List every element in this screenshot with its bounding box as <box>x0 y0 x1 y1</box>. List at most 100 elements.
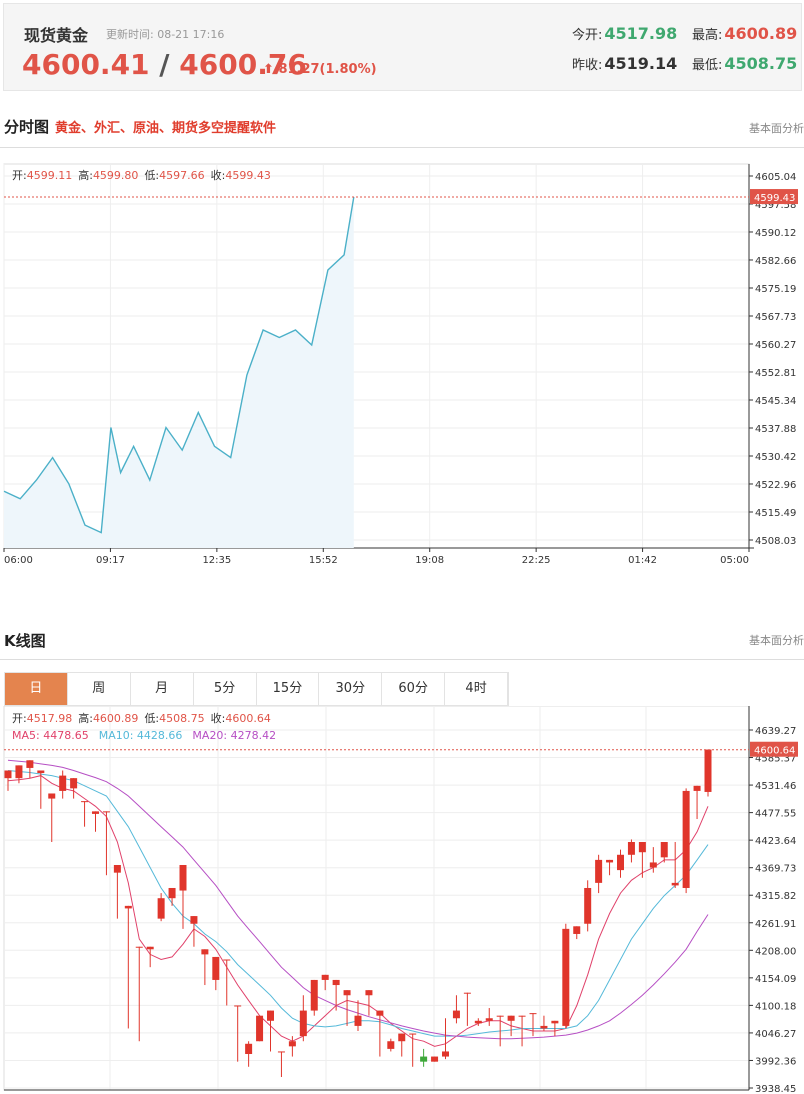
candle-body <box>573 926 581 934</box>
candle-body <box>256 1015 264 1042</box>
candle-body <box>584 887 592 924</box>
y-tick-label: 4590.12 <box>755 228 796 239</box>
y-tick-label: 4315.82 <box>755 891 796 902</box>
candle-body <box>92 811 99 814</box>
candle-body <box>179 864 187 891</box>
kline-title: K线图 <box>4 632 46 650</box>
intraday-title: 分时图 黄金、外汇、原油、期货多空提醒软件 <box>4 118 277 136</box>
ohlc-value: 4517.98 <box>27 712 73 725</box>
candle-body <box>343 990 351 996</box>
candle-body <box>496 1015 504 1017</box>
tab-3[interactable]: 5分 <box>194 673 257 705</box>
ohlc-label: 收: <box>211 711 226 725</box>
ma20-legend: MA20: 4278.42 <box>192 729 276 742</box>
x-tick-label: 22:25 <box>522 555 551 566</box>
y-tick-label: 3938.45 <box>755 1084 796 1094</box>
candle-body <box>277 1051 285 1053</box>
candle <box>682 788 690 894</box>
ma-legend: MA5: 4478.65 MA10: 4428.66 MA20: 4278.42 <box>12 729 276 742</box>
period-tabs: 日周月 5分 15分 30分 60分 4时 <box>4 672 509 706</box>
candle-body <box>310 979 318 1011</box>
open-price: 今开: 4517.98 <box>572 24 678 43</box>
candle <box>704 749 712 797</box>
candle-body <box>365 990 373 996</box>
intraday-chart[interactable]: 4605.044597.584590.124582.664575.194567.… <box>0 158 804 578</box>
candle-body <box>649 862 657 868</box>
candle-body <box>26 760 34 768</box>
candle <box>431 1056 439 1062</box>
candle <box>256 1015 264 1042</box>
ohlc-value: 4599.11 <box>27 169 73 182</box>
candle-body <box>168 887 176 899</box>
tab-4[interactable]: 15分 <box>257 673 320 705</box>
last-price-value: 4600.64 <box>754 746 795 757</box>
fundamental-analysis-link[interactable]: 基本面分析 <box>749 120 804 136</box>
alert-software-link[interactable]: 黄金、外汇、原油、期货多空提醒软件 <box>55 121 276 136</box>
candle-body <box>70 778 78 789</box>
ohlc-label: 低: <box>144 169 159 182</box>
candle-body <box>518 1015 526 1017</box>
candle-body <box>135 946 143 948</box>
candle-body <box>606 859 614 863</box>
y-tick-label: 3992.36 <box>755 1056 796 1067</box>
x-tick-label: 05:00 <box>720 555 749 566</box>
candle-body <box>704 749 712 792</box>
section-divider <box>0 659 804 660</box>
candle-body <box>223 959 231 961</box>
x-tick-label: 19:08 <box>415 555 444 566</box>
update-time: 更新时间: 08-21 17:16 <box>106 28 225 41</box>
candle-body <box>409 1033 417 1035</box>
y-tick-label: 4531.46 <box>755 781 796 792</box>
candle-body <box>37 770 45 774</box>
ohlc-label: 开: <box>12 169 27 182</box>
candle-body <box>288 1041 296 1047</box>
candle-body <box>562 928 570 1026</box>
high-price: 最高: 4600.89 <box>692 24 798 43</box>
y-tick-label: 4508.03 <box>755 536 796 547</box>
y-tick-label: 4208.00 <box>755 946 796 957</box>
candle-body <box>212 956 220 980</box>
arrow-up-icon: ⬆ <box>263 62 274 77</box>
candle-body <box>452 1010 460 1019</box>
y-tick-label: 4261.91 <box>755 919 796 930</box>
candle-body <box>81 801 89 803</box>
candle-body <box>124 905 132 909</box>
y-tick-label: 4552.81 <box>755 368 796 379</box>
y-tick-label: 4477.55 <box>755 809 796 820</box>
ohlc-label: 高: <box>78 168 93 182</box>
ohlc-label: 高: <box>78 711 93 725</box>
candle-body <box>354 1015 362 1026</box>
candle-body <box>507 1015 515 1021</box>
candle-body <box>551 1020 559 1024</box>
candle-body <box>420 1056 428 1062</box>
y-tick-label: 4575.19 <box>755 284 796 295</box>
ohlc-label: 低: <box>144 712 159 725</box>
candle-body <box>267 1010 274 1021</box>
kline-chart[interactable]: 4639.274585.374531.464477.554423.644369.… <box>0 706 804 1094</box>
ohlc-value: 4508.75 <box>159 712 205 725</box>
tab-2[interactable]: 月 <box>131 673 194 705</box>
plot-frame <box>3 706 750 1091</box>
x-tick-label: 15:52 <box>309 555 338 566</box>
kline-fundamental-link[interactable]: 基本面分析 <box>749 632 804 648</box>
candle <box>562 923 570 1029</box>
y-tick-label: 4369.73 <box>755 864 796 875</box>
y-tick-label: 4530.42 <box>755 452 796 463</box>
x-tick-label: 06:00 <box>4 555 33 566</box>
tab-6[interactable]: 60分 <box>382 673 446 705</box>
y-tick-label: 4154.09 <box>755 974 796 985</box>
y-tick-label: 4423.64 <box>755 836 796 847</box>
tab-1[interactable]: 周 <box>68 673 131 705</box>
x-tick-label: 12:35 <box>202 555 231 566</box>
candle-body <box>671 882 679 886</box>
candle-body <box>113 864 121 873</box>
y-tick-label: 4560.27 <box>755 340 796 351</box>
tab-5[interactable]: 30分 <box>319 673 383 705</box>
tab-0[interactable]: 日 <box>5 673 68 705</box>
candle-body <box>48 793 56 799</box>
candle-body <box>146 946 154 950</box>
y-tick-label: 4100.18 <box>755 1001 796 1012</box>
tab-7[interactable]: 4时 <box>445 673 508 705</box>
ohlc-label: 开: <box>12 712 27 725</box>
candle-body <box>398 1033 406 1042</box>
